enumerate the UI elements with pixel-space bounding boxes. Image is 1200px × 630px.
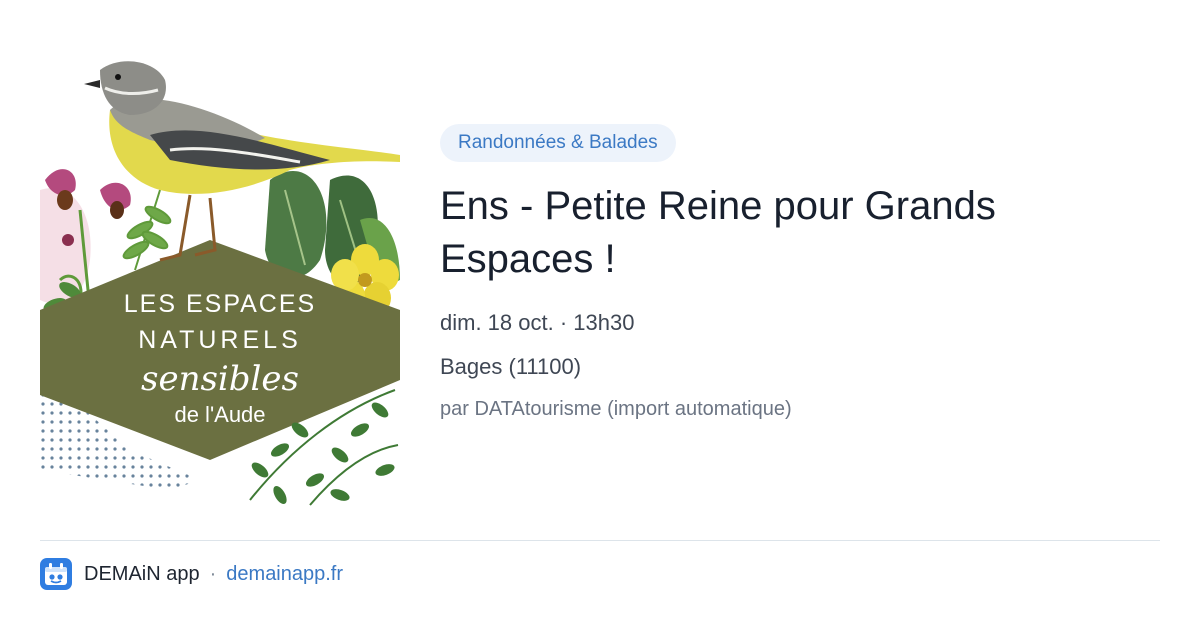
event-details: Randonnées & Balades Ens - Petite Reine … <box>440 124 1160 421</box>
event-location: Bages (11100) <box>440 354 582 379</box>
hero-line-1: LES ESPACES <box>124 290 316 318</box>
app-name[interactable]: DEMAiN app <box>84 563 200 586</box>
event-datetime: dim. 18 oct. · 13h30 <box>440 310 635 335</box>
footer: DEMAiN app · demainapp.fr <box>40 558 343 590</box>
event-organizer: par DATAtourisme (import automatique) <box>440 398 792 420</box>
event-title[interactable]: Ens - Petite Reine pour Grands Espaces ! <box>440 180 1160 286</box>
domain-link[interactable]: demainapp.fr <box>226 563 343 586</box>
footer-divider <box>40 540 1160 541</box>
category-chip[interactable]: Randonnées & Balades <box>440 124 676 162</box>
hero-line-2: NATURELS <box>138 326 302 354</box>
hero-line-4: de l'Aude <box>174 402 265 427</box>
footer-separator: · <box>209 562 217 585</box>
event-image[interactable]: LES ESPACES NATURELS sensibles de l'Aude <box>40 50 400 510</box>
hero-line-3: sensibles <box>141 359 299 399</box>
demain-app-icon[interactable] <box>40 558 72 590</box>
